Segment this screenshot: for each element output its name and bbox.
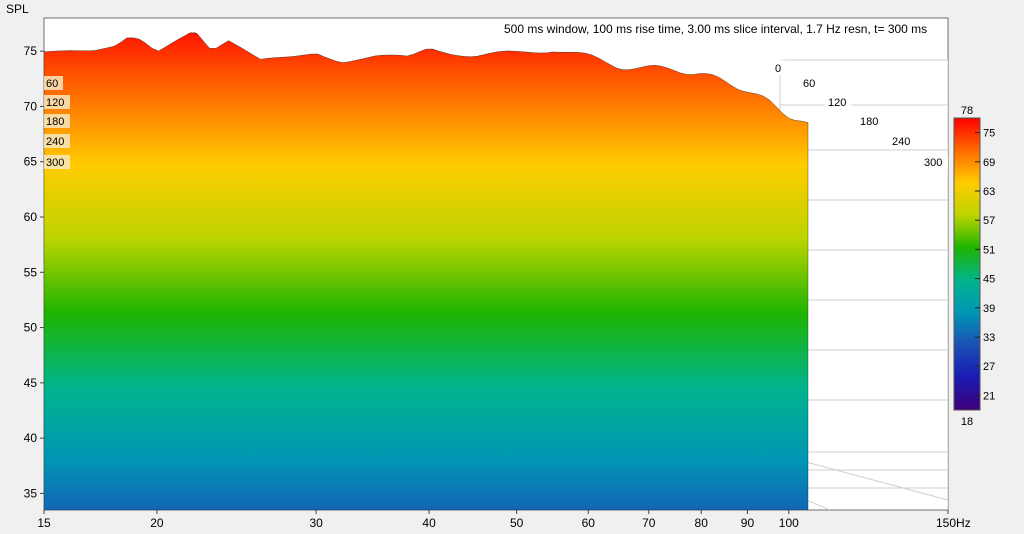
colorbar-tick-label: 39 [983,303,995,315]
waterfall-slice [44,32,809,510]
y-tick-label: 45 [24,376,38,390]
colorbar-tick-label: 21 [983,390,995,402]
colorbar-tick-label: 57 [983,215,995,227]
x-tick-label: 150Hz [936,516,971,530]
y-tick-label: 50 [24,321,38,335]
x-tick-label: 70 [642,516,656,530]
y-tick-label: 35 [24,486,38,500]
x-tick-label: 80 [695,516,709,530]
colorbar-tick-label: 33 [983,332,995,344]
time-tick-label: 60 [803,78,815,90]
waterfall-chart: 35 40 45 50 55 60 65 70 75 15 20 30 40 50 60 70 80 90 100… [6,2,995,530]
colorbar-tick-label: 51 [983,244,995,256]
x-tick-label: 40 [422,516,436,530]
color-scale: 78 18 75 69 63 57 51 45 39 33 27 21 [953,105,995,428]
y-tick-label: 75 [24,44,38,58]
x-tick-label: 60 [582,516,596,530]
time-tick-label: 300 [924,157,942,169]
time-tick-label-left: 240 [46,136,64,148]
y-axis: 35 40 45 50 55 60 65 70 75 [24,44,44,500]
x-tick-label: 50 [510,516,524,530]
time-tick-label-left: 180 [46,116,64,128]
time-tick-label: 120 [828,97,846,109]
chart-title: 500 ms window, 100 ms rise time, 3.00 ms… [504,22,927,36]
colorbar-min-label: 18 [961,416,973,428]
time-tick-label-left: 120 [46,97,64,109]
colorbar-tick-label: 45 [983,274,995,286]
time-tick-label-left: 60 [46,78,58,90]
x-tick-label: 100 [779,516,799,530]
time-tick-label: 0 [775,63,781,75]
colorbar-tick-label: 69 [983,157,995,169]
colorbar-max-label: 78 [961,105,973,117]
time-tick-label-left: 300 [46,157,64,169]
y-tick-label: 70 [24,99,38,113]
waterfall-surface [44,32,809,510]
colorbar-tick-label: 27 [983,361,995,373]
y-tick-label: 65 [24,155,38,169]
x-tick-label: 20 [150,516,164,530]
time-tick-label: 240 [892,136,910,148]
colorbar-tick-label: 63 [983,186,995,198]
x-axis: 15 20 30 40 50 60 70 80 90 100 150Hz [37,510,971,530]
time-tick-label: 180 [860,116,878,128]
y-tick-label: 55 [24,265,38,279]
colorbar-tick-label: 75 [983,128,995,140]
x-tick-label: 90 [741,516,755,530]
x-tick-label: 30 [309,516,323,530]
y-tick-label: 40 [24,431,38,445]
x-tick-label: 15 [37,516,51,530]
y-tick-label: 60 [24,210,38,224]
y-axis-label: SPL [6,2,29,16]
